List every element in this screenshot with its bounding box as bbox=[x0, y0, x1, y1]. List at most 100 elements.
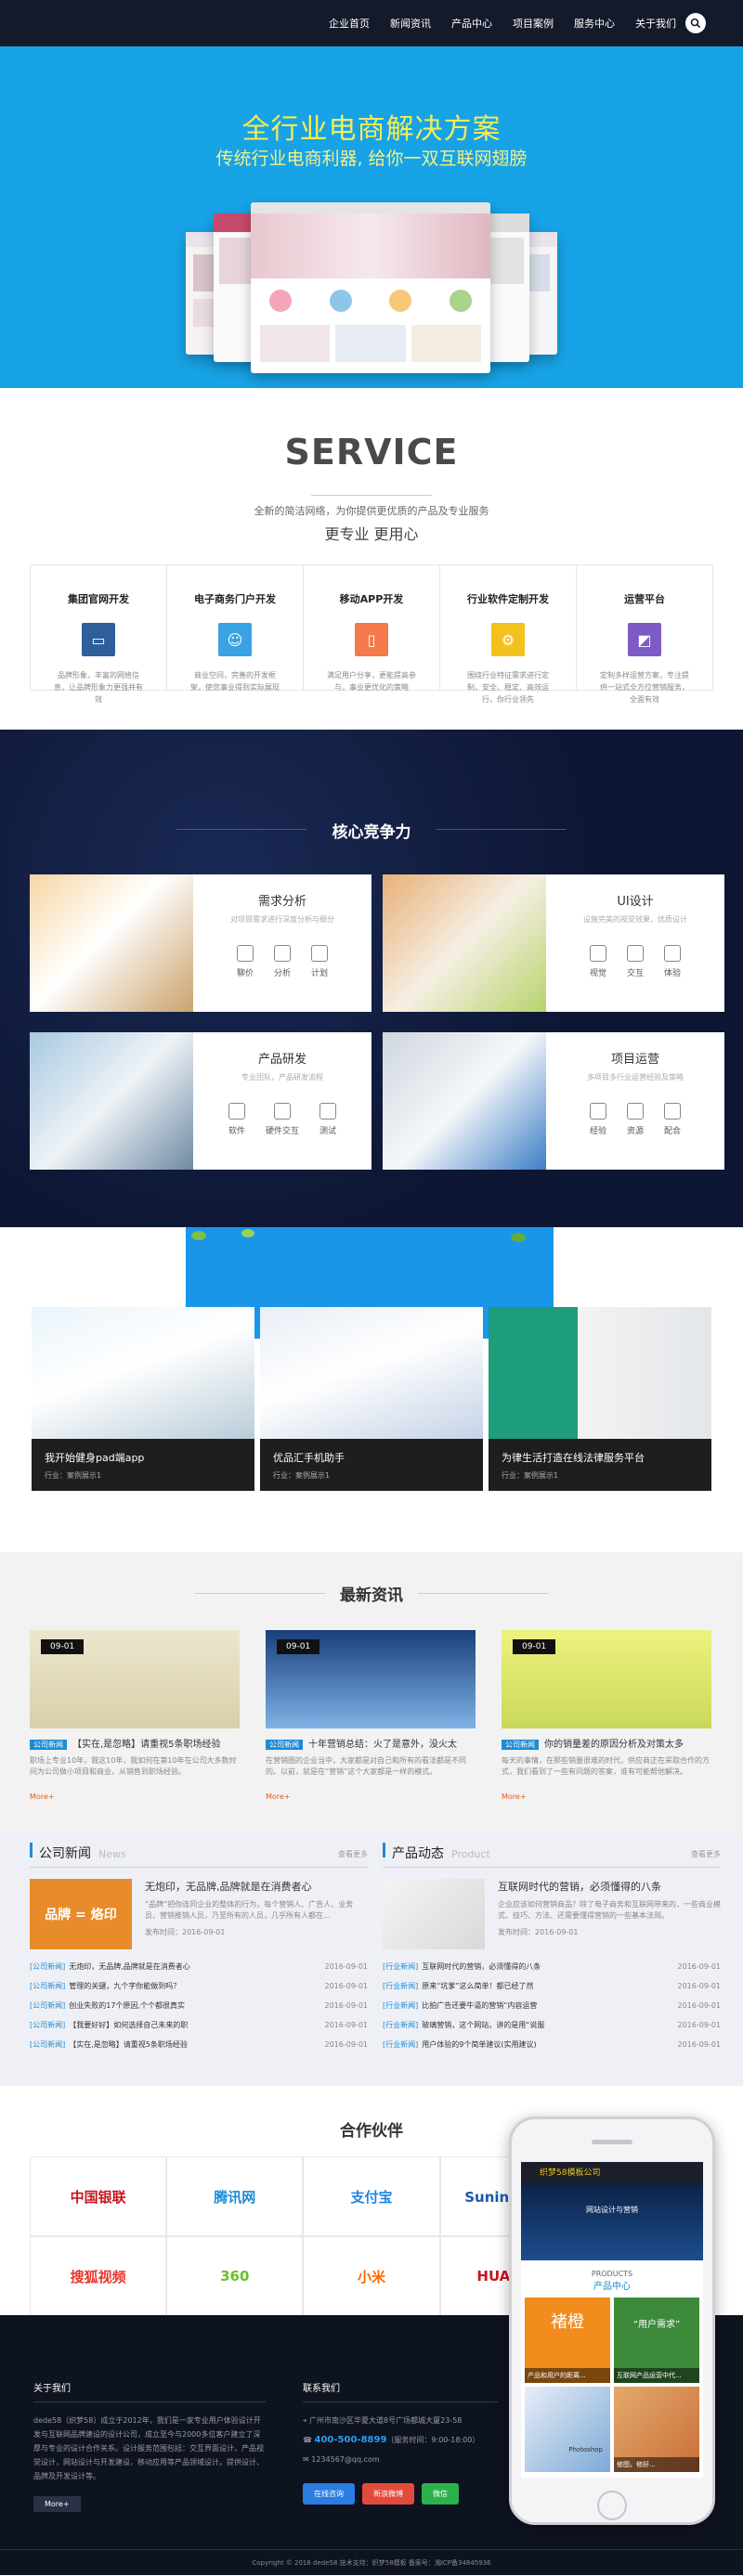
partner-logo[interactable]: 360 bbox=[166, 2236, 304, 2316]
service-card-desc: 品牌形象，丰富的网络信息，让品牌形象力更强并有效 bbox=[54, 671, 143, 704]
company-news-column: 公司新闻 News 查看更多 品牌 = 烙印 无炮印，无品牌,品牌就是在消费者心 “品… bbox=[30, 1831, 368, 2054]
core-card[interactable]: UI设计 设施完美的视觉效果，优质设计 视觉 交互 体验 bbox=[383, 874, 724, 1012]
news-card[interactable]: 09-01 公司新闻 【实在,是忽略】请重视5条职场经验 职场上专业10年，我这1… bbox=[30, 1630, 240, 1806]
location-icon: ⌖ bbox=[303, 2416, 310, 2425]
core-card[interactable]: 需求分析 对项目需求进行深度分析与细分 聊价 分析 计划 bbox=[30, 874, 372, 1012]
list-item[interactable]: [公司新闻] 创业失败的17个原因,个个都很真实 2016-09-01 bbox=[30, 1996, 368, 2015]
featured-desc: “品牌”把你连同企业的整体的行为，每个营销人、广告人、业务员、营销推销人员，乃至… bbox=[145, 1900, 354, 1920]
core-card-desc: 多项目多行业运营经验及策略 bbox=[587, 1073, 684, 1081]
service-desc: 全新的简洁网络，为你提供更优质的产品及专业服务 bbox=[254, 505, 489, 517]
featured-image: 品牌 = 烙印 bbox=[30, 1879, 132, 1949]
nav-item-about[interactable]: 关于我们 bbox=[635, 16, 676, 31]
list-item[interactable]: [公司新闻] 无炮印，无品牌,品牌就是在消费者心 2016-09-01 bbox=[30, 1957, 368, 1976]
news-headline[interactable]: 你的销量差的原因分析及对策太多 bbox=[544, 1740, 684, 1750]
phone-product[interactable]: “用户需求” 互联网产品运营中代... bbox=[614, 2298, 699, 2383]
phone-note: （服务时间：9:00-18:00） bbox=[386, 2436, 480, 2444]
footer-more-button[interactable]: More+ bbox=[33, 2496, 81, 2512]
list-item[interactable]: [公司新闻] 管理的关键，九个字你能做到吗？ 2016-09-01 bbox=[30, 1976, 368, 1996]
service-card[interactable]: 移动APP开发 ▯ 满足用户分享，更能提高参与，事业更优化的策略 bbox=[304, 565, 440, 692]
news-desc: 每天的事情，在那些销量很难的时代，供应商正在采取合作的方式，我们看到了一些有问题… bbox=[502, 1756, 710, 1776]
service-card-title: 移动APP开发 bbox=[339, 593, 404, 605]
gear-icon: ⚙ bbox=[491, 623, 525, 656]
hero-banner[interactable]: 全行业电商解决方案 传统行业电商利器, 给你一双互联网翅膀 bbox=[0, 46, 743, 388]
core-card-item: 资源 bbox=[626, 1103, 644, 1136]
search-button[interactable] bbox=[685, 13, 706, 33]
email: 1234567@qq.com bbox=[311, 2455, 380, 2464]
view-more-link[interactable]: 查看更多 bbox=[691, 1849, 721, 1859]
case-card[interactable]: 我开始健身pad端app 行业：案例展示1 bbox=[32, 1307, 254, 1491]
view-more-link[interactable]: 查看更多 bbox=[338, 1849, 368, 1859]
list-item[interactable]: [行业新闻] 用户体验的9个简单建议(实用建议) 2016-09-01 bbox=[383, 2035, 721, 2054]
wechat-button[interactable]: 微信 bbox=[422, 2483, 459, 2505]
list-item[interactable]: [公司新闻] 【实在,是忽略】请重视5条职场经验 2016-09-01 bbox=[30, 2035, 368, 2054]
news-more-link[interactable]: More+ bbox=[266, 1793, 476, 1801]
company-news-list: [公司新闻] 无炮印，无品牌,品牌就是在消费者心 2016-09-01 [公司新闻]… bbox=[30, 1957, 368, 2054]
nav-item-products[interactable]: 产品中心 bbox=[451, 16, 492, 31]
news-image: 09-01 bbox=[30, 1630, 240, 1728]
core-card-title: 项目运营 bbox=[610, 1053, 659, 1067]
core-card-item: 交互 bbox=[626, 945, 644, 978]
nav-item-home[interactable]: 企业首页 bbox=[329, 16, 370, 31]
news-headline[interactable]: 十年营销总结：火了是意外，没火太 bbox=[308, 1740, 457, 1750]
list-item[interactable]: [行业新闻] 比拍广告还要牛逼的营销“内容运营 2016-09-01 bbox=[383, 1996, 721, 2015]
partner-logo[interactable]: 小米 bbox=[303, 2236, 440, 2316]
partner-logo[interactable]: 腾讯网 bbox=[166, 2156, 304, 2236]
core-card-item: 计划 bbox=[311, 945, 328, 978]
column-title: 产品动态 bbox=[392, 1846, 444, 1861]
core-card[interactable]: 项目运营 多项目多行业运营经验及策略 经验 资源 配合 bbox=[383, 1032, 724, 1170]
news-headline[interactable]: 【实在,是忽略】请重视5条职场经验 bbox=[72, 1740, 221, 1750]
cases-section: 我开始健身pad端app 行业：案例展示1 优品汇手机助手 行业：案例展示1 为律生… bbox=[0, 1227, 743, 1552]
list-item[interactable]: [行业新闻] 互联网时代的营销，必须懂得的八条 2016-09-01 bbox=[383, 1957, 721, 1976]
featured-desc: 企业应该如何营销商品？除了电子商务和互联网带来的，一些商业模式、技巧、方法、还需… bbox=[498, 1900, 721, 1920]
service-card[interactable]: 集团官网开发 ▭ 品牌形象，丰富的网络信息，让品牌形象力更强并有效 bbox=[31, 565, 167, 704]
phone-screen: 织梦58模板公司 网站设计与营销 PRODUCTS 产品中心 褚橙 产品和用户的… bbox=[521, 2162, 703, 2478]
phone-product[interactable]: 修图，修好... bbox=[614, 2387, 699, 2472]
service-title: SERVICE bbox=[284, 432, 459, 472]
core-card[interactable]: 产品研发 专业团队，产品研发流程 软件 硬件交互 测试 bbox=[30, 1032, 372, 1170]
phone-home-button bbox=[597, 2491, 627, 2520]
core-card-desc: 设施完美的视觉效果，优质设计 bbox=[583, 915, 687, 924]
core-card-item: 视觉 bbox=[589, 945, 606, 978]
core-card-desc: 专业团队，产品研发流程 bbox=[241, 1073, 323, 1081]
case-card[interactable]: 为律生活打造在线法律服务平台 行业：案例展示1 bbox=[489, 1307, 711, 1491]
service-section: SERVICE 全新的简洁网络，为你提供更优质的产品及专业服务 更专业 更用心 … bbox=[0, 388, 743, 730]
nav-item-service[interactable]: 服务中心 bbox=[574, 16, 615, 31]
partner-logo[interactable]: 中国银联 bbox=[30, 2156, 167, 2236]
featured-title: 互联网时代的营销，必须懂得的八条 bbox=[498, 1881, 661, 1893]
nav-menu: 企业首页 新闻资讯 产品中心 项目案例 服务中心 关于我们 bbox=[308, 0, 676, 46]
featured-news[interactable]: 互联网时代的营销，必须懂得的八条企业应该如何营销商品？除了电子商务和互联网带来的… bbox=[383, 1879, 721, 1955]
core-card-item: 分析 bbox=[273, 945, 291, 978]
partner-logo[interactable]: 搜狐视频 bbox=[30, 2236, 167, 2316]
nav-item-cases[interactable]: 项目案例 bbox=[513, 16, 554, 31]
list-item[interactable]: [行业新闻] 原来“坑爹”这么简单！都已经了然 2016-09-01 bbox=[383, 1976, 721, 1996]
weibo-button[interactable]: 新浪微博 bbox=[362, 2483, 414, 2505]
partner-logo[interactable]: 支付宝 bbox=[303, 2156, 440, 2236]
service-card[interactable]: 行业软件定制开发 ⚙ 围绕行业特征需求进行定制，安全、稳定、高效运行，你行业领先 bbox=[440, 565, 577, 704]
news-more-link[interactable]: More+ bbox=[502, 1793, 711, 1801]
list-item[interactable]: [行业新闻] 玻璃营销，这个网站，讲的是用“说服 2016-09-01 bbox=[383, 2015, 721, 2035]
service-card-title: 集团官网开发 bbox=[68, 593, 129, 605]
core-card-item: 软件 bbox=[228, 1103, 245, 1136]
news-card[interactable]: 09-01 公司新闻 十年营销总结：火了是意外，没火太 在营销圈的企业当中，大家都… bbox=[266, 1630, 476, 1806]
news-card[interactable]: 09-01 公司新闻 你的销量差的原因分析及对策太多 每天的事情，在那些销量很难的… bbox=[502, 1630, 711, 1806]
online-consult-button[interactable]: 在线咨询 bbox=[303, 2483, 355, 2505]
news-tag: 公司新闻 bbox=[30, 1740, 67, 1750]
core-card-image bbox=[30, 1032, 193, 1170]
case-title: 优品汇手机助手 bbox=[273, 1452, 345, 1464]
news-more-link[interactable]: More+ bbox=[30, 1793, 240, 1801]
list-item[interactable]: [公司新闻] 【我要好好】如何选择自己未来的职 2016-09-01 bbox=[30, 2015, 368, 2035]
case-title: 为律生活打造在线法律服务平台 bbox=[502, 1452, 645, 1464]
service-card[interactable]: 运营平台 ◩ 定制多样运营方案，专注提供一站式全方位营销服务，全面有效 bbox=[577, 565, 712, 704]
featured-date: 发布时间：2016-09-01 bbox=[498, 1928, 579, 1936]
case-image bbox=[489, 1307, 711, 1439]
nav-item-news[interactable]: 新闻资讯 bbox=[390, 16, 431, 31]
core-section: 核心竞争力 需求分析 对项目需求进行深度分析与细分 聊价 分析 计划 UI设计 … bbox=[0, 730, 743, 1227]
phone-product[interactable]: Photoshop bbox=[525, 2387, 610, 2472]
case-card[interactable]: 优品汇手机助手 行业：案例展示1 bbox=[260, 1307, 483, 1491]
phone-product[interactable]: 褚橙 产品和用户的距离... bbox=[525, 2298, 610, 2383]
service-card[interactable]: 电子商务门户开发 ☺ 商业空间，完善的开发框架，使您事业得到实际展现 bbox=[167, 565, 304, 692]
phone-banner-title: 网站设计与营销 bbox=[586, 2206, 638, 2214]
featured-news[interactable]: 品牌 = 烙印 无炮印，无品牌,品牌就是在消费者心 “品牌”把你连同企业的整体的行… bbox=[30, 1879, 368, 1955]
core-card-image bbox=[383, 874, 546, 1012]
mail-icon: ✉ bbox=[303, 2455, 312, 2464]
